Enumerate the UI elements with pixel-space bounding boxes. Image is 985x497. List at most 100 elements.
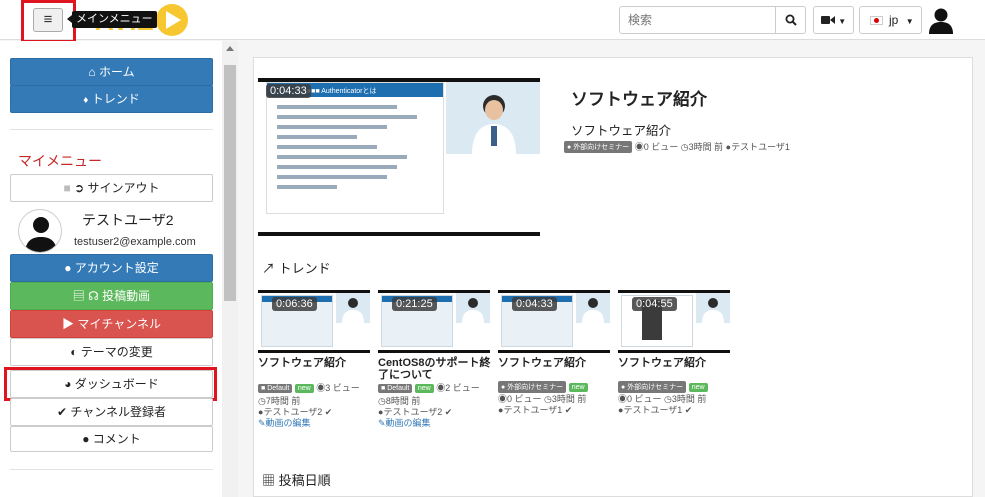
video-duration: 0:04:55 xyxy=(632,297,677,311)
calendar-icon: ▦ xyxy=(262,473,276,488)
featured-video-meta: ● 外部向けセミナー ◉0 ビュー ◷3時間 前 ● テストユーザ1 xyxy=(564,140,790,153)
film-icon: ▤ xyxy=(72,289,85,303)
sidebar: ⌂ ホーム ♦ トレンド マイメニュー ■ ➲ サインアウト テストユーザ2 t… xyxy=(0,41,238,497)
trend-section-title: ↗ トレンド xyxy=(262,261,331,276)
adjust-icon: ◐ xyxy=(70,345,78,359)
account-settings-label: アカウント設定 xyxy=(74,261,159,275)
user-email: testuser2@example.com xyxy=(74,236,196,248)
fire-icon: ♦ xyxy=(83,95,89,106)
check-icon: ✔ xyxy=(56,405,68,419)
category-badge[interactable]: ● 外部向けセミナー xyxy=(564,141,633,153)
trend-button[interactable]: ♦ トレンド xyxy=(10,85,213,113)
featured-video-title[interactable]: ソフトウェア紹介 xyxy=(571,85,707,110)
upload-video-dropdown[interactable]: ▼ xyxy=(813,6,854,34)
video-duration: 0:04:33 xyxy=(512,297,557,311)
clock-icon: ◷ xyxy=(680,142,689,152)
my-menu-heading: マイメニュー xyxy=(18,153,102,169)
account-settings-button[interactable]: ● アカウント設定 xyxy=(10,254,213,282)
uploaded-videos-button[interactable]: ▤ ☊ 投稿動画 xyxy=(10,282,213,310)
user-circle-icon: ● xyxy=(64,261,72,275)
view-count: 2 ビュー xyxy=(445,383,480,393)
user-avatar xyxy=(18,209,62,253)
search-input[interactable] xyxy=(620,7,777,33)
area-chart-icon: ↗ xyxy=(262,261,276,276)
posted-order-section-title: ▦ 投稿日順 xyxy=(262,473,331,488)
category-badge[interactable]: ■ Default xyxy=(378,384,413,393)
verified-icon: ✔ xyxy=(444,407,453,417)
user-avatar-icon[interactable] xyxy=(928,6,954,34)
view-count: 0 ビュー xyxy=(643,142,679,152)
signout-label: サインアウト xyxy=(87,181,160,195)
my-channel-button[interactable]: ▶ マイチャンネル xyxy=(10,310,213,338)
scrollbar-thumb[interactable] xyxy=(224,65,236,301)
eye-icon: ◉ xyxy=(436,383,446,393)
signout-icon: ➲ xyxy=(74,181,85,195)
new-badge: new xyxy=(294,384,314,393)
subscribers-button[interactable]: ✔ チャンネル登録者 xyxy=(10,398,213,426)
user-silhouette-icon xyxy=(25,217,57,252)
comments-label: コメント xyxy=(92,432,141,446)
video-thumbnail[interactable]: 0:21:25 xyxy=(378,290,490,353)
view-count: 3 ビュー xyxy=(325,383,360,393)
video-thumbnail[interactable]: 0:04:55 xyxy=(618,290,730,353)
divider xyxy=(10,129,213,130)
video-title[interactable]: ソフトウェア紹介 xyxy=(498,357,614,369)
featured-video-subtitle: ソフトウェア紹介 xyxy=(571,124,672,138)
search-box xyxy=(619,6,806,34)
signout-button[interactable]: ■ ➲ サインアウト xyxy=(10,174,213,202)
video-camera-icon xyxy=(820,16,835,24)
uploader-name: テストユーザ1 xyxy=(623,405,683,415)
edit-icon: ✎ xyxy=(258,418,266,428)
scroll-up-arrow-icon[interactable] xyxy=(226,46,234,51)
edit-icon: ✎ xyxy=(378,418,386,428)
slide-title: ■■■ Authenticatorとは xyxy=(307,88,377,95)
new-badge: new xyxy=(568,383,588,392)
search-icon xyxy=(785,14,797,26)
main-content: ■■■ Authenticatorとは 0:04:33 ソフトウェア紹介 ソフト… xyxy=(253,57,973,497)
subscribers-label: チャンネル登録者 xyxy=(70,405,167,419)
language-dropdown[interactable]: jp ▼ xyxy=(859,6,922,34)
featured-video-thumbnail[interactable]: ■■■ Authenticatorとは 0:04:33 xyxy=(258,78,540,236)
video-duration: 0:06:36 xyxy=(272,297,317,311)
presenter-video xyxy=(446,82,540,154)
eye-icon: ◉ xyxy=(316,383,326,393)
user-name: テストユーザ2 xyxy=(82,212,174,228)
language-label: jp xyxy=(889,13,899,27)
search-button[interactable] xyxy=(775,7,805,33)
video-title[interactable]: ソフトウェア紹介 xyxy=(258,357,374,369)
my-channel-label: マイチャンネル xyxy=(77,317,161,331)
theme-change-button[interactable]: ◐ テーマの変更 xyxy=(10,338,213,366)
uploaded-videos-label: 投稿動画 xyxy=(102,289,151,303)
menu-tooltip: メインメニュー xyxy=(67,11,157,28)
thumbs-icon: ■ xyxy=(63,181,71,195)
video-duration: 0:21:25 xyxy=(392,297,437,311)
japan-flag-icon xyxy=(870,16,883,25)
edit-video-link[interactable]: ✎動画の編集 xyxy=(378,416,431,429)
top-navbar: ≡ AVIE メインメニュー ▼ jp ▼ xyxy=(0,0,985,43)
eye-icon: ◉ xyxy=(634,142,644,152)
headphones-icon: ☊ xyxy=(88,289,99,303)
home-label: ホーム xyxy=(98,65,135,79)
video-title[interactable]: ソフトウェア紹介 xyxy=(618,357,734,369)
highlight-box-dashboard xyxy=(4,367,217,401)
verified-icon: ✔ xyxy=(324,407,333,417)
new-badge: new xyxy=(688,383,708,392)
uploader-name: テストユーザ1 xyxy=(731,142,790,152)
category-badge[interactable]: ■ Default xyxy=(258,384,293,393)
verified-icon: ✔ xyxy=(684,405,693,415)
video-thumbnail[interactable]: 0:04:33 xyxy=(498,290,610,353)
video-duration: 0:04:33 xyxy=(266,84,311,98)
posted-time: 3時間 前 xyxy=(688,142,724,152)
video-thumbnail[interactable]: 0:06:36 xyxy=(258,290,370,353)
group-icon: ● xyxy=(567,144,572,151)
new-badge: new xyxy=(414,384,434,393)
verified-icon: ✔ xyxy=(564,405,573,415)
home-button[interactable]: ⌂ ホーム xyxy=(10,58,213,86)
comments-button[interactable]: ● コメント xyxy=(10,426,213,452)
theme-change-label: テーマの変更 xyxy=(80,345,153,359)
edit-video-link[interactable]: ✎動画の編集 xyxy=(258,416,311,429)
video-title[interactable]: CentOS8のサポート終了について xyxy=(378,357,494,381)
play-circle-icon: ▶ xyxy=(61,317,74,331)
comment-icon: ● xyxy=(82,432,90,446)
sidebar-scrollbar[interactable] xyxy=(222,41,238,497)
